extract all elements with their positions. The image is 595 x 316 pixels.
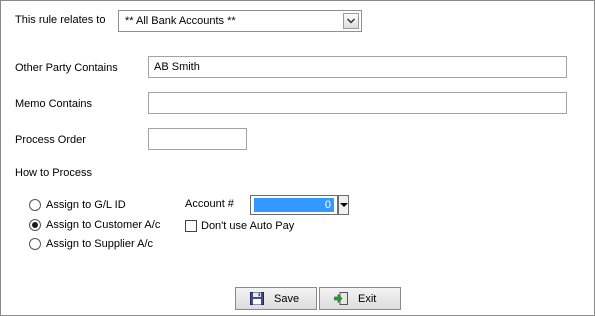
auto-pay-label: Don't use Auto Pay — [201, 220, 295, 232]
process-order-input[interactable] — [148, 128, 247, 150]
account-selection-highlight — [254, 198, 334, 212]
other-party-input[interactable]: AB Smith — [148, 56, 567, 78]
save-button[interactable]: Save — [235, 287, 317, 310]
assign-supplier-radio[interactable] — [29, 238, 41, 250]
chevron-down-icon[interactable] — [343, 13, 359, 29]
exit-button[interactable]: Exit — [319, 287, 401, 310]
assign-gl-radio[interactable] — [29, 199, 41, 211]
rule-label: This rule relates to — [15, 14, 106, 26]
rule-dialog: This rule relates to ** All Bank Account… — [0, 0, 595, 316]
save-label: Save — [274, 293, 300, 305]
assign-customer-radio[interactable] — [29, 219, 41, 231]
exit-door-icon — [334, 292, 348, 305]
process-order-label: Process Order — [15, 134, 86, 146]
assign-customer-label: Assign to Customer A/c — [46, 219, 161, 231]
other-party-label: Other Party Contains — [15, 62, 118, 74]
account-dropdown-button[interactable] — [338, 195, 349, 215]
account-value: 0 — [324, 199, 331, 211]
exit-label: Exit — [358, 293, 377, 305]
memo-input[interactable] — [148, 92, 567, 114]
auto-pay-checkbox[interactable] — [185, 220, 197, 232]
floppy-disk-icon — [250, 292, 264, 305]
memo-label: Memo Contains — [15, 98, 93, 110]
how-to-process-label: How to Process — [15, 167, 93, 179]
assign-supplier-label: Assign to Supplier A/c — [46, 238, 154, 250]
other-party-value: AB Smith — [154, 61, 200, 73]
account-label: Account # — [185, 198, 234, 210]
bank-account-select[interactable]: ** All Bank Accounts ** — [118, 10, 362, 32]
account-input[interactable]: 0 — [250, 195, 338, 215]
bank-account-value: ** All Bank Accounts ** — [125, 15, 236, 27]
assign-gl-label: Assign to G/L ID — [46, 199, 126, 211]
